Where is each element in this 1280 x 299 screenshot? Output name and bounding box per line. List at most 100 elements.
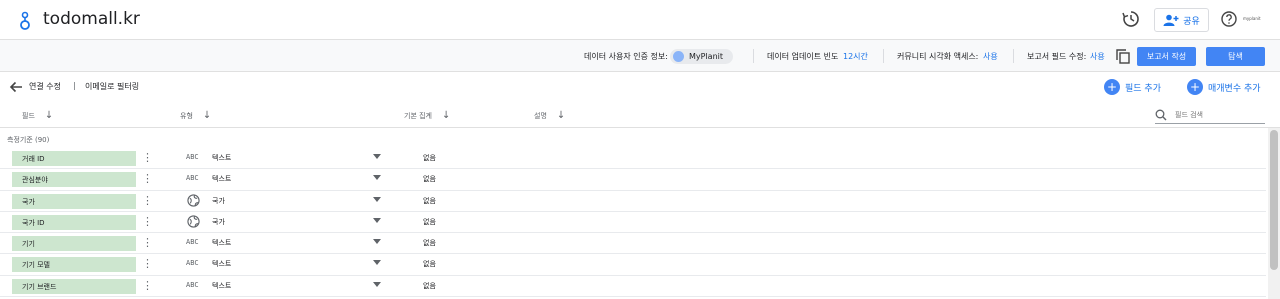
column-header-aggregation[interactable]: 기본 집계 ↓ xyxy=(404,110,450,121)
dropdown-arrow-icon[interactable] xyxy=(373,154,381,159)
back-arrow-icon[interactable] xyxy=(9,80,23,94)
more-vert-icon[interactable]: ⋮ xyxy=(142,258,153,269)
create-report-button[interactable]: 보고서 작성 xyxy=(1137,47,1196,66)
app-title: todomall.kr xyxy=(43,9,140,29)
aggregation-value[interactable]: 없음 xyxy=(423,259,436,269)
field-name-chip[interactable]: 기기 xyxy=(12,236,136,252)
aggregation-value[interactable]: 없음 xyxy=(423,217,436,227)
field-name-chip[interactable]: 국가 xyxy=(12,193,136,209)
table-row: 기기 ⋮ ABC 텍스트 없음 xyxy=(0,233,1266,255)
help-icon[interactable] xyxy=(1221,11,1237,27)
type-select[interactable]: 텍스트 xyxy=(212,259,231,269)
divider xyxy=(883,49,884,63)
dropdown-arrow-icon[interactable] xyxy=(373,196,381,202)
column-label: 유형 xyxy=(180,111,193,120)
aggregation-value[interactable]: 없음 xyxy=(423,153,436,163)
community-label: 커뮤니티 시각화 액세스: xyxy=(897,52,979,61)
table-row: 관심분야 ⋮ ABC 텍스트 없음 xyxy=(0,169,1266,191)
column-label: 설명 xyxy=(534,111,547,120)
text-type-icon: ABC xyxy=(186,259,199,268)
breadcrumb-separator: | xyxy=(73,81,76,90)
table-row: 기기 모델 ⋮ ABC 텍스트 없음 xyxy=(0,254,1266,276)
scrollbar-thumb[interactable] xyxy=(1270,130,1278,270)
top-bar: todomall.kr 공유 myplanit xyxy=(0,0,1280,40)
credentials-label: 데이터 사용자 인증 정보: xyxy=(584,52,668,61)
type-select[interactable]: 텍스트 xyxy=(212,238,231,248)
dimension-group-label: 측정기준 (90) xyxy=(7,136,50,144)
column-label: 필드 xyxy=(22,111,35,120)
aggregation-value[interactable]: 없음 xyxy=(423,196,436,206)
divider xyxy=(1013,49,1014,63)
dropdown-arrow-icon[interactable] xyxy=(373,260,381,266)
share-button[interactable]: 공유 xyxy=(1154,8,1209,32)
explore-button[interactable]: 탐색 xyxy=(1206,47,1265,66)
divider xyxy=(753,49,754,63)
column-header-field[interactable]: 필드 ↓ xyxy=(22,110,53,121)
field-name-chip[interactable]: 관심분야 xyxy=(12,172,136,188)
more-vert-icon[interactable]: ⋮ xyxy=(142,195,153,206)
brand-mini-logo[interactable]: myplanit xyxy=(1243,16,1261,21)
field-name-chip[interactable]: 기기 모델 xyxy=(12,257,136,273)
credentials-chip[interactable]: MyPlanit xyxy=(670,49,733,64)
plus-icon: + xyxy=(1187,79,1203,95)
type-select[interactable]: 국가 xyxy=(212,217,225,227)
sort-arrow-icon: ↓ xyxy=(202,110,212,121)
type-select[interactable]: 국가 xyxy=(212,196,225,206)
add-field-label: 필드 추가 xyxy=(1125,83,1161,94)
edit-bar: 연결 수정 | 이메일로 필터링 + 필드 추가 + 매개변수 추가 xyxy=(0,72,1280,102)
aggregation-value[interactable]: 없음 xyxy=(423,281,436,291)
aggregation-value[interactable]: 없음 xyxy=(423,174,436,184)
more-vert-icon[interactable]: ⋮ xyxy=(142,152,153,163)
credentials-user: MyPlanit xyxy=(689,52,724,61)
dropdown-arrow-icon[interactable] xyxy=(373,281,381,287)
more-vert-icon[interactable]: ⋮ xyxy=(142,237,153,248)
field-name-chip[interactable]: 기기 브랜드 xyxy=(12,278,136,294)
table-row: 국가 ID ⋮ 국가 없음 xyxy=(0,212,1266,234)
freshness-value[interactable]: 12시간 xyxy=(843,51,868,62)
more-vert-icon[interactable]: ⋮ xyxy=(142,173,153,184)
logo-icon xyxy=(20,11,30,30)
edit-connection-link[interactable]: 연결 수정 xyxy=(29,81,61,92)
dropdown-arrow-icon[interactable] xyxy=(373,239,381,245)
table-row: 거래 ID ⋮ ABC 텍스트 없음 xyxy=(0,148,1266,170)
dropdown-arrow-icon[interactable] xyxy=(373,175,381,181)
dropdown-arrow-icon[interactable] xyxy=(373,217,381,223)
column-header-description[interactable]: 설명 ↓ xyxy=(534,110,565,121)
plus-icon: + xyxy=(1104,79,1120,95)
add-parameter-button[interactable]: + 매개변수 추가 xyxy=(1187,79,1261,95)
sort-arrow-icon: ↓ xyxy=(556,110,566,121)
sort-arrow-icon: ↓ xyxy=(442,110,451,121)
field-search[interactable] xyxy=(1155,107,1265,124)
table-row: 국가 ⋮ 국가 없음 xyxy=(0,191,1266,212)
table-row: 기기 브랜드 ⋮ ABC 텍스트 없음 xyxy=(0,276,1266,298)
report-edit-value[interactable]: 사용 xyxy=(1090,51,1105,62)
add-parameter-label: 매개변수 추가 xyxy=(1208,83,1261,94)
search-icon xyxy=(1155,109,1167,121)
report-edit-label: 보고서 필드 수정: xyxy=(1027,52,1087,61)
copy-icon[interactable] xyxy=(1116,49,1130,64)
type-select[interactable]: 텍스트 xyxy=(212,281,231,291)
type-select[interactable]: 텍스트 xyxy=(212,174,231,184)
field-name-chip[interactable]: 거래 ID xyxy=(12,151,136,166)
field-search-input[interactable] xyxy=(1175,111,1255,119)
type-select[interactable]: 텍스트 xyxy=(212,153,231,163)
community-value[interactable]: 사용 xyxy=(983,51,998,62)
column-header-type[interactable]: 유형 ↓ xyxy=(180,110,211,121)
globe-icon xyxy=(187,215,200,228)
more-vert-icon[interactable]: ⋮ xyxy=(142,216,153,227)
globe-icon xyxy=(187,193,200,207)
column-label: 기본 집계 xyxy=(404,111,432,120)
text-type-icon: ABC xyxy=(186,153,199,161)
text-type-icon: ABC xyxy=(186,174,199,183)
field-list: 거래 ID ⋮ ABC 텍스트 없음 관심분야 ⋮ ABC 텍스트 없음 국가 … xyxy=(0,148,1266,298)
add-field-button[interactable]: + 필드 추가 xyxy=(1104,79,1161,95)
field-table-header: 필드 ↓ 유형 ↓ 기본 집계 ↓ 설명 ↓ xyxy=(0,102,1280,128)
more-vert-icon[interactable]: ⋮ xyxy=(142,280,153,291)
sort-arrow-icon: ↓ xyxy=(44,110,54,121)
field-name-chip[interactable]: 국가 ID xyxy=(12,214,136,230)
history-icon[interactable] xyxy=(1122,10,1140,28)
data-source-name[interactable]: 이메일로 필터링 xyxy=(85,81,139,92)
add-person-icon xyxy=(1163,14,1179,26)
aggregation-value[interactable]: 없음 xyxy=(423,238,436,248)
scrollbar[interactable] xyxy=(1268,128,1280,299)
